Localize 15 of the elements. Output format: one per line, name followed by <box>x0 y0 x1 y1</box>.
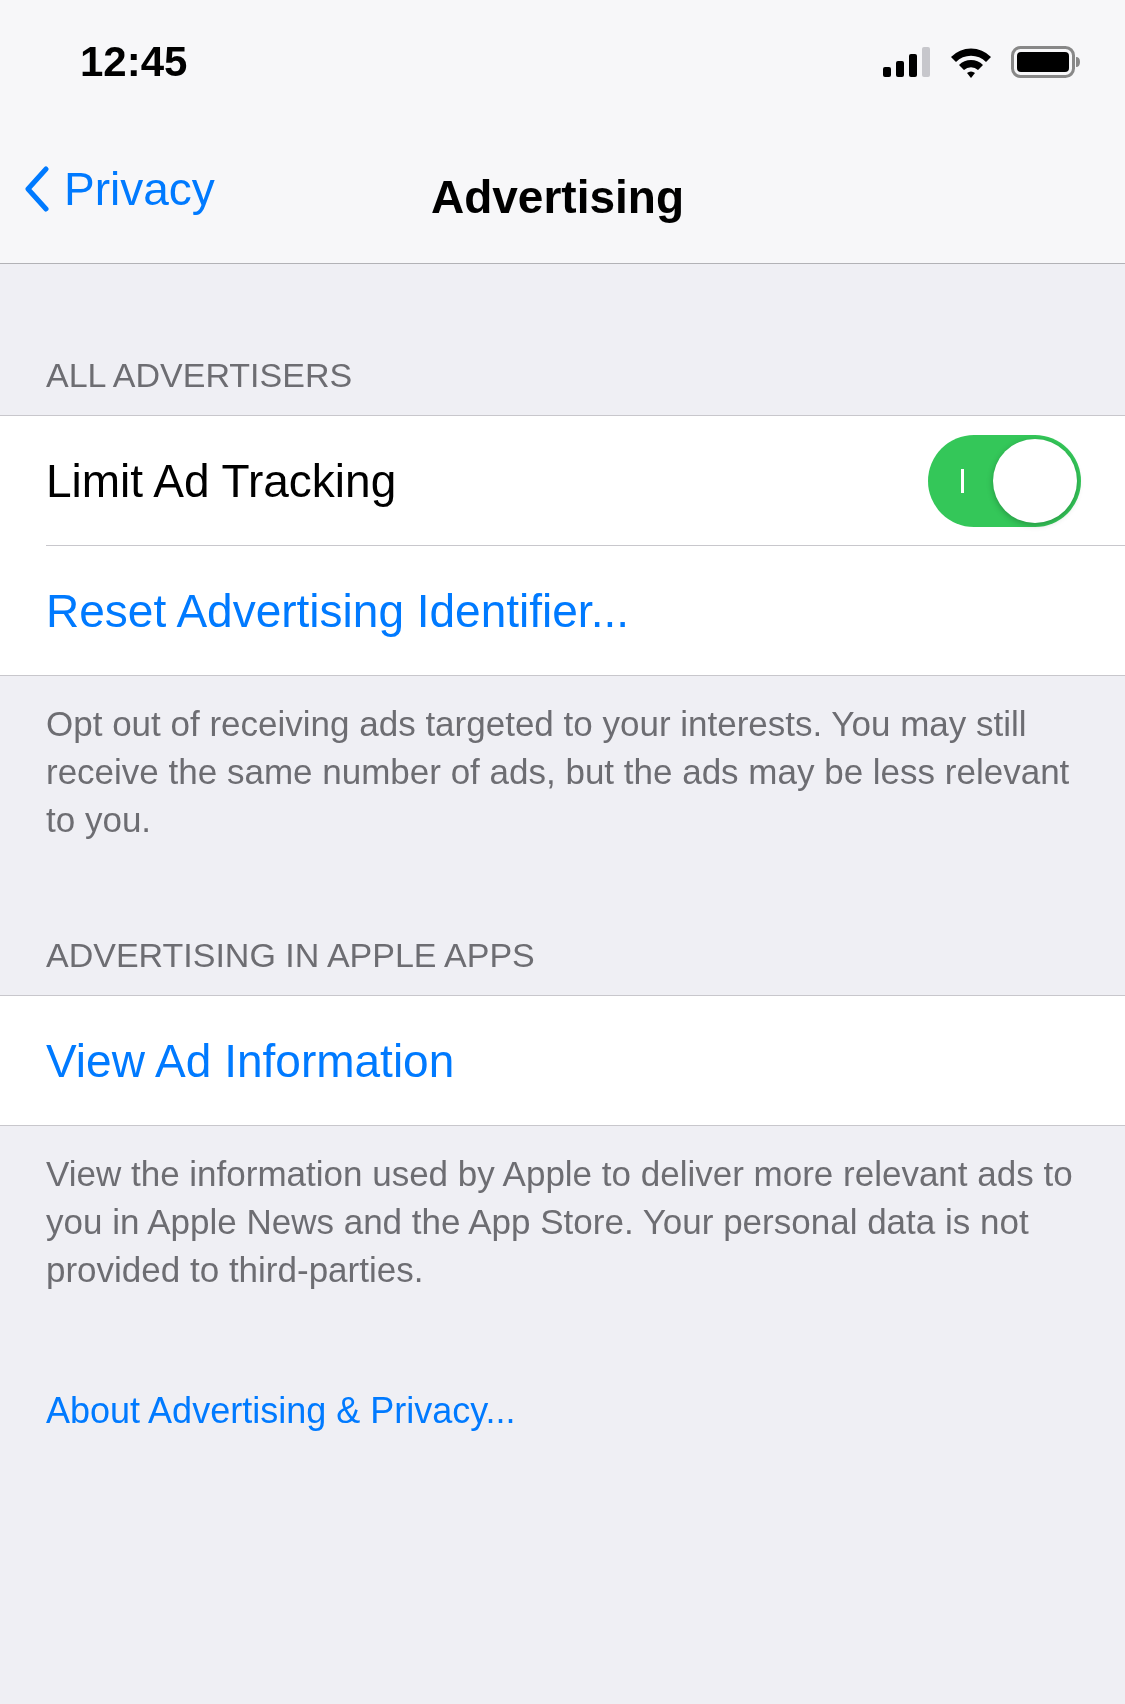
page-title: Advertising <box>430 169 684 224</box>
chevron-left-icon <box>24 166 50 212</box>
about-link[interactable]: About Advertising & Privacy... <box>0 1294 1125 1432</box>
setting-label: Limit Ad Tracking <box>46 453 397 508</box>
section-footer: Opt out of receiving ads targeted to your interests. You may still receive the same number of ads, but the ads may be less relevant to you. <box>0 676 1125 844</box>
action-link[interactable]: View Ad Information <box>46 1033 455 1088</box>
wifi-icon <box>949 46 993 78</box>
back-button[interactable]: Privacy <box>24 162 215 216</box>
status-time: 12:45 <box>80 38 188 86</box>
action-link[interactable]: Reset Advertising Identifier... <box>46 583 629 638</box>
section-header: ALL ADVERTISERS <box>45 355 354 396</box>
section-footer: View the information used by Apple to deliver more relevant ads to you in Apple News and the App Store. Your personal data is not provided to third-parties. <box>0 1126 1125 1294</box>
battery-icon <box>1011 46 1081 78</box>
signal-icon <box>883 47 931 77</box>
section-header: ADVERTISING IN APPLE APPS <box>45 935 536 976</box>
